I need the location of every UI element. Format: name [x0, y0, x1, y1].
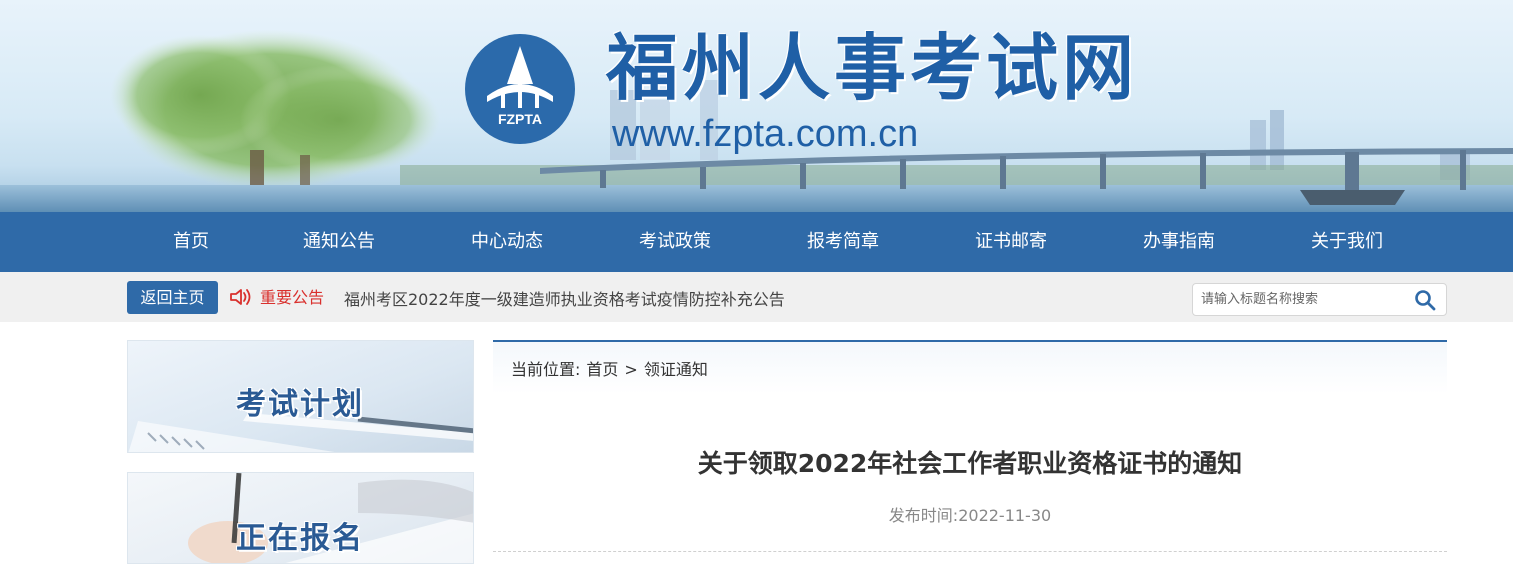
header-banner: FZPTA 福州人事考试网 www.fzpta.com.cn	[0, 0, 1513, 212]
breadcrumb: 当前位置: 首页 > 领证通知	[511, 360, 714, 380]
nav-item-center-news[interactable]: 中心动态	[423, 212, 591, 272]
article-title: 关于领取2022年社会工作者职业资格证书的通知	[697, 449, 1243, 478]
article-panel: 当前位置: 首页 > 领证通知 关于领取2022年社会工作者职业资格证书的通知 发布时…	[493, 340, 1447, 564]
notice-marquee-link[interactable]: 福州考区2022年度一级建造师执业资格考试疫情防控补充公告	[344, 290, 785, 310]
search-input[interactable]	[1201, 288, 1401, 311]
nav-item-registration-guide[interactable]: 报考简章	[759, 212, 927, 272]
publish-date-value: 2022-11-30	[958, 506, 1052, 525]
exam-plan-title: 考试计划	[236, 387, 364, 422]
fzpta-logo: FZPTA	[465, 34, 575, 144]
publish-date-label: 发布时间:	[888, 506, 959, 525]
speaker-icon	[230, 289, 251, 305]
breadcrumb-prefix: 当前位置:	[511, 360, 581, 379]
nav-item-exam-policy[interactable]: 考试政策	[591, 212, 759, 272]
search-box	[1192, 283, 1447, 316]
nav-item-notices[interactable]: 通知公告	[255, 212, 423, 272]
breadcrumb-home-link[interactable]: 首页	[586, 360, 618, 379]
breadcrumb-separator: >	[624, 360, 638, 379]
nav-item-service-guide[interactable]: 办事指南	[1095, 212, 1263, 272]
exam-plan-card[interactable]: 考试计划	[127, 340, 474, 453]
search-icon[interactable]	[1414, 289, 1436, 311]
important-notice-label: 重要公告	[260, 288, 325, 307]
nav-item-home[interactable]: 首页	[127, 212, 255, 272]
nav-item-certificate-mailing[interactable]: 证书邮寄	[927, 212, 1095, 272]
site-title: 福州人事考试网	[606, 26, 1139, 110]
nav-item-about-us[interactable]: 关于我们	[1263, 212, 1431, 272]
registration-open-title: 正在报名	[236, 521, 364, 556]
registration-open-card[interactable]: 正在报名	[127, 472, 474, 564]
breadcrumb-bar: 当前位置: 首页 > 领证通知	[493, 340, 1447, 394]
logo-text: FZPTA	[498, 111, 542, 127]
divider	[493, 551, 1447, 552]
site-url: www.fzpta.com.cn	[612, 113, 919, 155]
main-nav: 首页 通知公告 中心动态 考试政策 报考简章 证书邮寄 办事指南 关于我们	[0, 212, 1513, 272]
publish-date: 发布时间:2022-11-30	[493, 505, 1447, 527]
notice-bar: 返回主页 重要公告 福州考区2022年度一级建造师执业资格考试疫情防控补充公告	[0, 272, 1513, 322]
breadcrumb-current[interactable]: 领证通知	[644, 360, 708, 379]
return-home-button[interactable]: 返回主页	[127, 281, 218, 314]
